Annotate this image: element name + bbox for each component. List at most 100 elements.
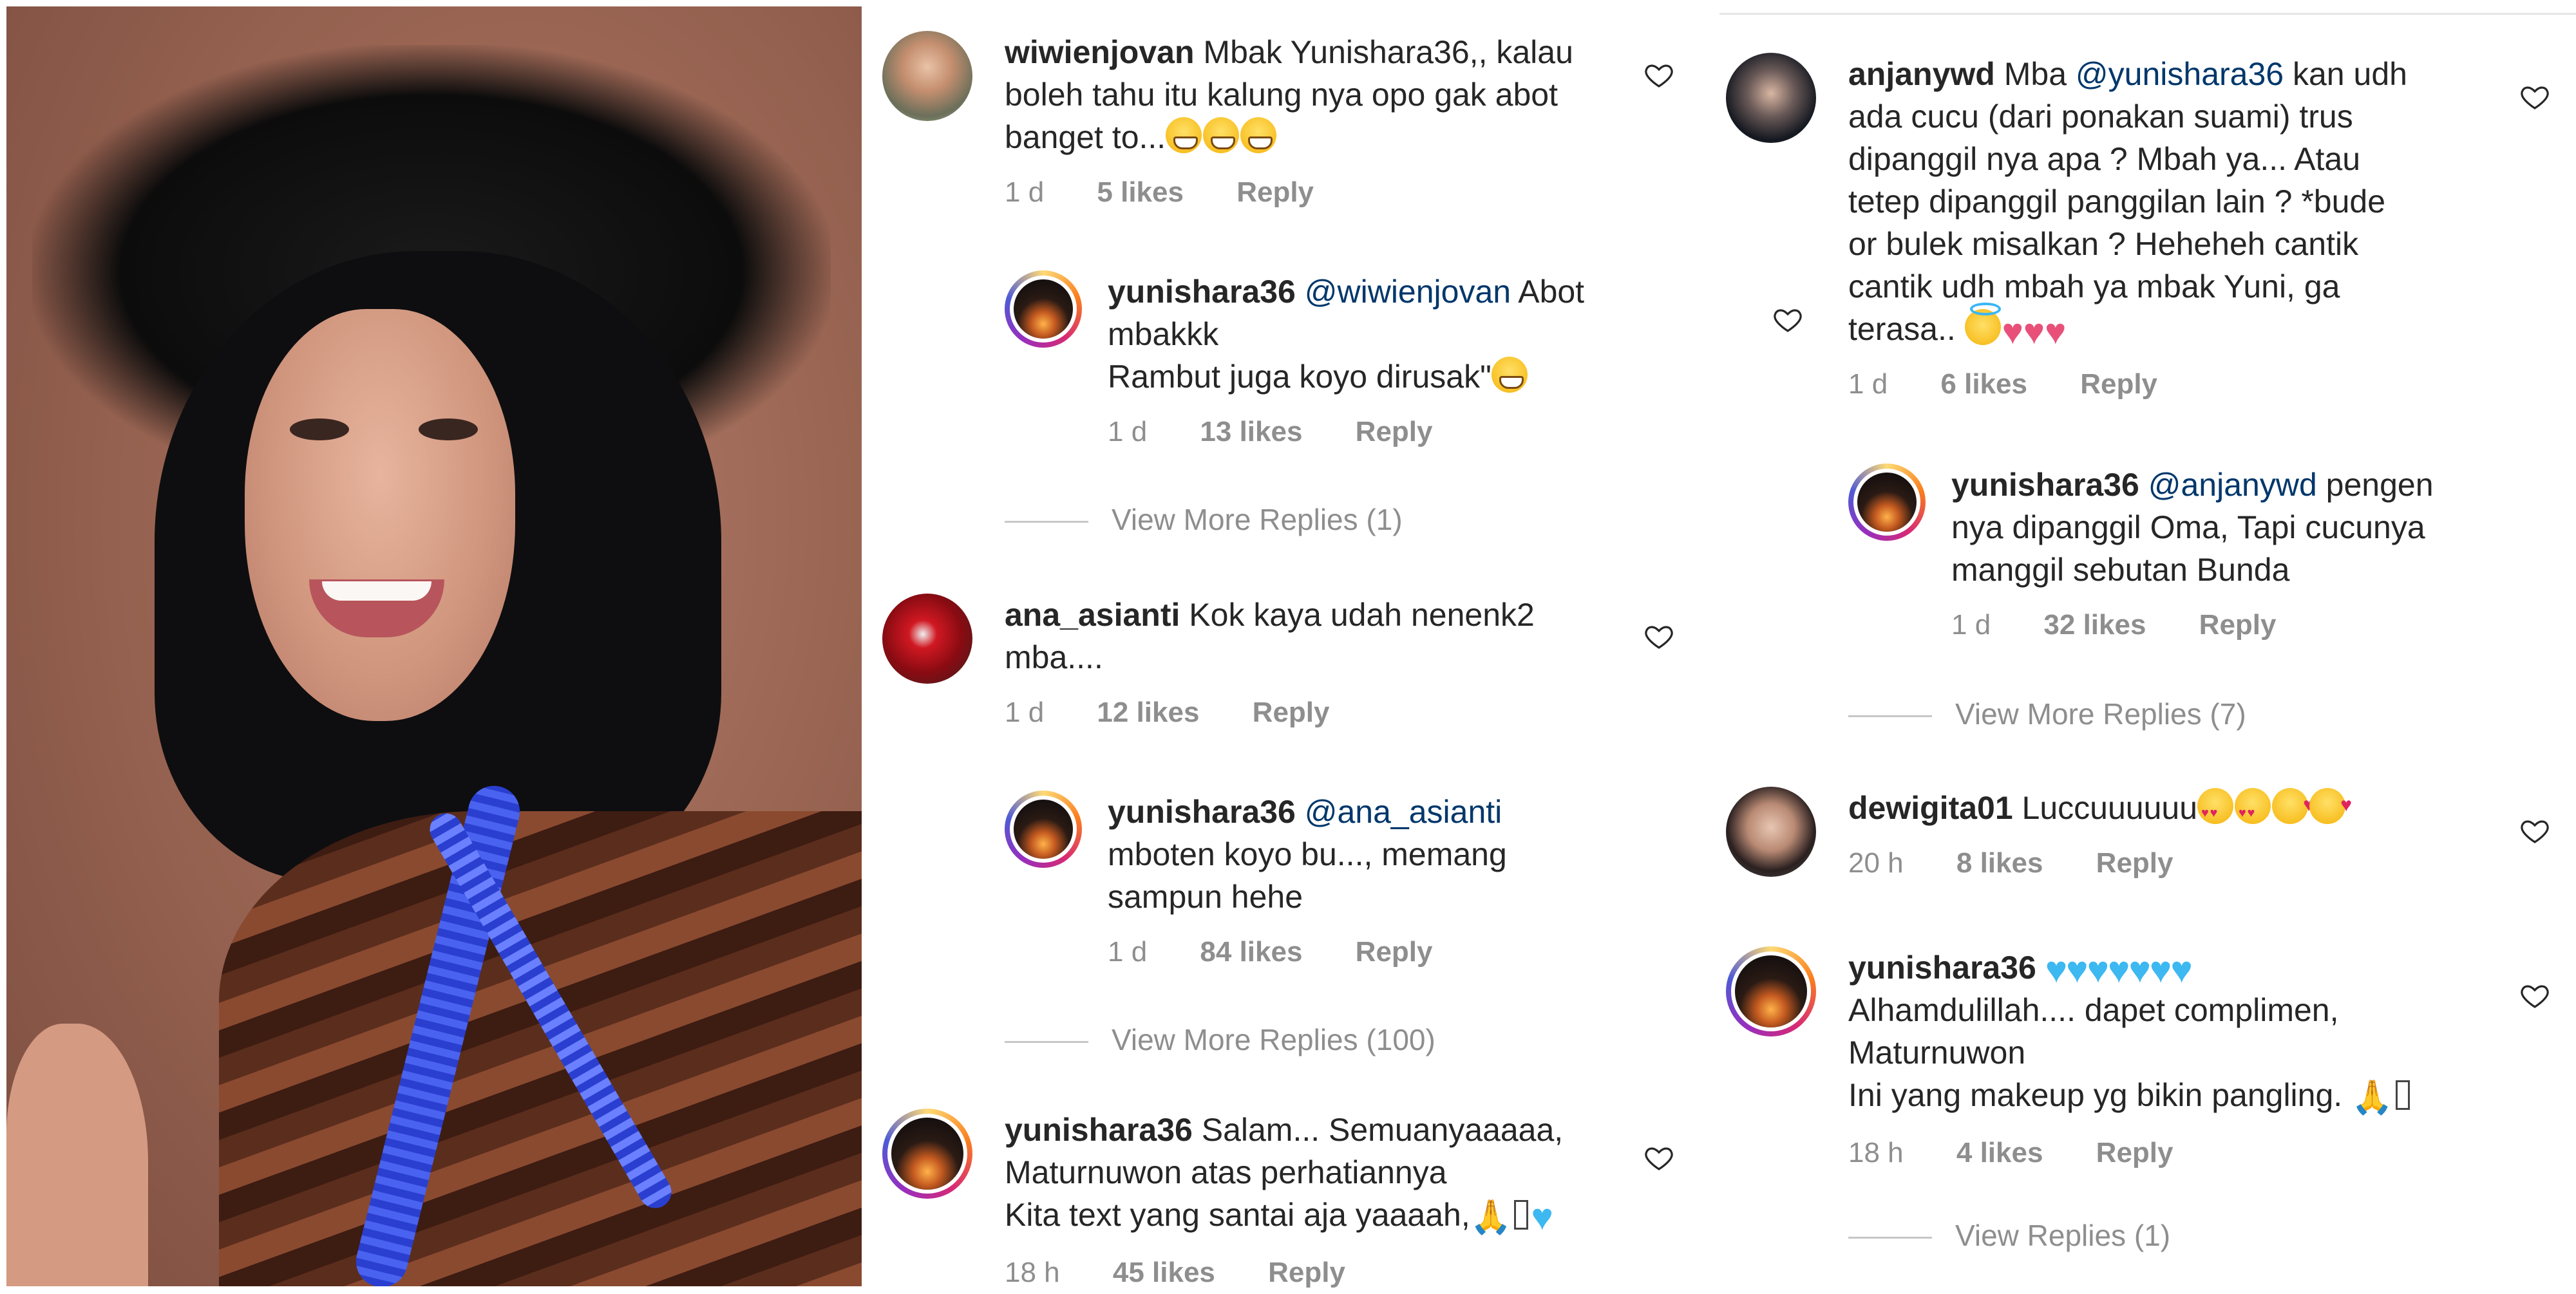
likes-count[interactable]: 8 likes — [1956, 842, 2043, 885]
view-more-label[interactable]: View More Replies (7) — [1955, 697, 2246, 731]
comment-meta: 1 d 12 likes Reply — [1005, 691, 1616, 734]
avatar[interactable] — [882, 594, 972, 684]
comment-time: 1 d — [1108, 416, 1148, 447]
avatar[interactable] — [1848, 464, 1926, 541]
comment-time: 20 h — [1848, 847, 1904, 879]
comment-text: Ini yang makeup yg bikin pangling. — [1848, 1077, 2343, 1113]
grinning-face-icon — [1491, 357, 1528, 393]
likes-count[interactable]: 32 likes — [2043, 604, 2146, 646]
folded-hands-icon: 🙏 — [2351, 1079, 2393, 1116]
reply-button[interactable]: Reply — [1268, 1252, 1345, 1294]
teeth — [322, 581, 431, 601]
view-replies-label[interactable]: View Replies (1) — [1955, 1219, 2170, 1252]
blue-heart-icon: ♥ — [1531, 1196, 1553, 1238]
pink-heart-icon: ♥ — [2023, 311, 2045, 352]
comment-text: Rambut juga koyo dirusak" — [1108, 359, 1492, 395]
left-eye — [290, 418, 349, 440]
blue-heart-icon: ♥ — [2066, 949, 2088, 991]
likes-count[interactable]: 13 likes — [1200, 411, 1302, 453]
likes-count[interactable]: 84 likes — [1200, 931, 1302, 973]
unknown-glyph-icon — [1514, 1200, 1529, 1230]
likes-count[interactable]: 45 likes — [1113, 1252, 1215, 1294]
comments-column-left: wiwienjovan Mbak Yunishara36,, kalau bol… — [876, 0, 1802, 1294]
like-heart-icon[interactable] — [1643, 621, 1674, 652]
avatar[interactable] — [1005, 791, 1082, 868]
likes-count[interactable]: 4 likes — [1956, 1132, 2043, 1174]
avatar[interactable] — [1726, 787, 1816, 877]
view-more-replies[interactable]: View More Replies (7) — [1848, 697, 2246, 731]
pink-heart-icon: ♥ — [2045, 311, 2067, 352]
username[interactable]: wiwienjovan — [1005, 34, 1195, 70]
mention-link[interactable]: @ana_asianti — [1305, 794, 1502, 830]
reply-button[interactable]: Reply — [1356, 411, 1433, 453]
view-more-replies[interactable]: View More Replies (100) — [1005, 1022, 1435, 1057]
username[interactable]: yunishara36 — [1951, 467, 2139, 503]
likes-count[interactable]: 5 likes — [1097, 171, 1184, 214]
comment-meta: 18 h 45 likes Reply — [1005, 1252, 1616, 1294]
blue-heart-icon: ♥ — [2170, 949, 2192, 991]
comment-text: pengen — [2325, 467, 2434, 503]
avatar[interactable] — [1726, 53, 1816, 143]
mention-link[interactable]: @anjanywd — [2148, 467, 2317, 503]
avatar[interactable] — [1726, 946, 1816, 1036]
comment-meta: 1 d 6 likes Reply — [1848, 363, 2492, 406]
avatar[interactable] — [882, 1109, 972, 1199]
comment-time: 1 d — [1848, 368, 1888, 400]
knit-garment — [219, 811, 862, 1286]
reply-button[interactable]: Reply — [2096, 1132, 2174, 1174]
comment-text: ada cucu (dari ponakan suami) trus — [1848, 98, 2353, 135]
mention-link[interactable]: @wiwienjovan — [1305, 274, 1511, 310]
unknown-glyph-icon — [2395, 1080, 2410, 1110]
view-replies[interactable]: View Replies (1) — [1848, 1218, 2170, 1253]
like-heart-icon[interactable] — [2519, 980, 2550, 1011]
profile-photo — [6, 6, 862, 1286]
mention-link[interactable]: @yunishara36 — [2076, 56, 2284, 92]
face — [245, 309, 515, 721]
comment-text: or bulek misalkan ? Heheheh cantik — [1848, 226, 2359, 262]
grinning-face-icon — [1240, 117, 1277, 153]
username[interactable]: yunishara36 — [1005, 1112, 1193, 1148]
comment-text: Abot — [1518, 274, 1585, 310]
reply-button[interactable]: Reply — [1253, 691, 1330, 734]
blue-heart-icon: ♥ — [2087, 949, 2109, 991]
view-more-label[interactable]: View More Replies (100) — [1112, 1023, 1435, 1056]
comment-text: boleh tahu itu kalung nya opo gak abot — [1005, 77, 1558, 113]
avatar[interactable] — [882, 31, 972, 121]
kissing-heart-icon — [2309, 784, 2352, 827]
like-heart-icon[interactable] — [2519, 815, 2550, 846]
username[interactable]: yunishara36 — [1108, 274, 1296, 310]
username[interactable]: dewigita01 — [1848, 790, 2013, 826]
comment-text: cantik udh mbah ya mbak Yuni, ga — [1848, 268, 2340, 305]
comment-body: yunishara36 ♥♥♥♥♥♥♥ Alhamdulillah.... da… — [1848, 946, 2492, 1174]
reply-button[interactable]: Reply — [2096, 842, 2174, 885]
likes-count[interactable]: 12 likes — [1097, 691, 1199, 734]
reply-button[interactable]: Reply — [2199, 604, 2277, 646]
username[interactable]: yunishara36 — [1108, 794, 1296, 830]
comment-text: mba.... — [1005, 639, 1103, 675]
like-heart-icon[interactable] — [2519, 81, 2550, 112]
grinning-face-icon — [1166, 117, 1202, 153]
like-heart-icon[interactable] — [1643, 1142, 1674, 1173]
username[interactable]: yunishara36 — [1848, 950, 2036, 986]
likes-count[interactable]: 6 likes — [1940, 363, 2027, 406]
avatar[interactable] — [1005, 270, 1082, 348]
comment-text: Alhamdulillah.... dapet complimen, — [1848, 992, 2339, 1028]
reply-button[interactable]: Reply — [1236, 171, 1314, 214]
username[interactable]: anjanywd — [1848, 56, 1995, 92]
comment-time: 18 h — [1005, 1257, 1060, 1288]
view-more-replies[interactable]: View More Replies (1) — [1005, 502, 1403, 537]
top-divider — [1719, 13, 2576, 15]
reply-button[interactable]: Reply — [2080, 363, 2157, 406]
username[interactable]: ana_asianti — [1005, 597, 1180, 633]
reply-button[interactable]: Reply — [1356, 931, 1433, 973]
divider — [1005, 521, 1088, 523]
folded-hands-icon: 🙏 — [1470, 1199, 1512, 1236]
comment-time: 1 d — [1108, 936, 1148, 968]
comment-text: mboten koyo bu..., memang — [1108, 836, 1507, 872]
right-eye — [419, 418, 478, 440]
comment-time: 1 d — [1005, 176, 1045, 208]
view-more-label[interactable]: View More Replies (1) — [1112, 503, 1403, 536]
like-heart-icon[interactable] — [1643, 59, 1674, 90]
comment-text: Mba — [2003, 56, 2067, 92]
comment-text: Maturnuwon atas perhatiannya — [1005, 1154, 1447, 1190]
